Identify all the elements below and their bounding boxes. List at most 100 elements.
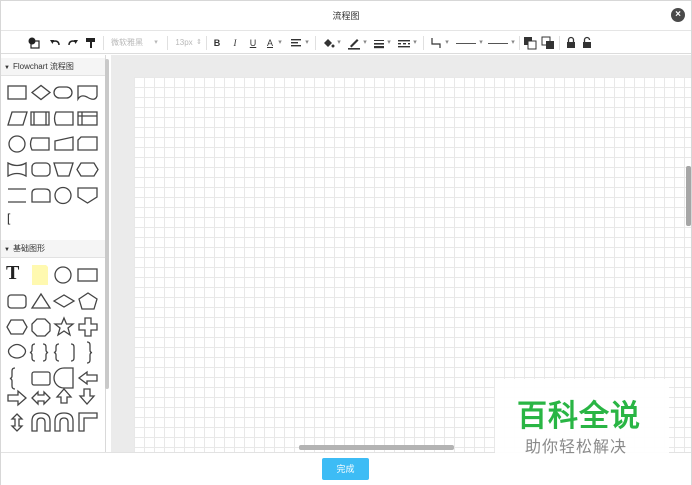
data-storage-icon [53, 367, 74, 389]
connector-circle-icon [8, 135, 26, 153]
font-size-input[interactable]: 13px [173, 36, 195, 50]
cloud-shape-icon [7, 343, 27, 359]
watermark-subtitle: 助你轻松解决 [525, 437, 628, 456]
chevron-down-icon[interactable]: ▾ [443, 36, 451, 50]
underline-button[interactable]: U [247, 36, 259, 50]
right-paren-icon [70, 343, 75, 362]
cross-shape-icon [78, 317, 98, 337]
send-to-back-icon[interactable] [541, 36, 555, 50]
line-style-icon[interactable] [397, 36, 411, 50]
bold-button[interactable]: B [211, 36, 223, 50]
corner-shape-icon [78, 412, 98, 432]
data-shape-icon [7, 111, 28, 126]
u-turn-shape-icon [31, 412, 51, 432]
or-shape-icon [54, 186, 72, 205]
flowchart-dialog: 流程图 × 微软雅黑 ▾ 13px ⇕ B I U A ▾ ▾ ▾ ▾ ▾ ▾ … [0, 0, 692, 485]
document-shape-icon [77, 85, 98, 102]
stored-data-icon [53, 111, 74, 126]
fill-color-icon[interactable] [321, 36, 335, 50]
close-icon[interactable]: × [671, 8, 685, 22]
direct-data-icon [29, 137, 50, 151]
chevron-down-icon[interactable]: ▾ [361, 36, 369, 50]
collapse-triangle-icon: ▼ [4, 247, 10, 253]
toolbar-separator [559, 36, 560, 50]
bring-to-front-icon[interactable] [523, 36, 537, 50]
chevron-down-icon[interactable]: ▾ [477, 36, 485, 50]
section-label: 基础图形 [12, 244, 45, 253]
note-shape-icon [32, 265, 48, 285]
rounded-rect-icon [7, 294, 27, 309]
off-page-connector-icon [77, 187, 98, 204]
font-color-button[interactable]: A [264, 36, 276, 50]
canvas-vertical-scrollbar[interactable] [686, 166, 691, 226]
right-brace-icon [86, 341, 93, 364]
unlock-icon[interactable] [581, 36, 593, 50]
internal-storage-icon [77, 111, 98, 126]
rhombus-shape-icon [52, 294, 76, 308]
down-arrow-shape-icon [78, 388, 96, 405]
punched-tape-icon [7, 161, 27, 178]
done-button[interactable]: 完成 [322, 458, 369, 480]
bracket-shape-icon[interactable]: [ [7, 211, 10, 225]
toolbar-separator [167, 36, 168, 50]
section-header-flowchart[interactable]: ▼ Flowchart 流程图 [1, 58, 105, 76]
hexagon-shape-icon [6, 319, 28, 335]
undo-icon[interactable] [49, 36, 61, 50]
start-arrow-icon[interactable] [455, 36, 477, 50]
canvas-horizontal-scrollbar[interactable] [299, 445, 454, 450]
chevron-down-icon[interactable]: ▾ [276, 36, 284, 50]
rounded-process-icon [31, 162, 51, 177]
section-label: Flowchart 流程图 [12, 62, 74, 71]
stepper-icon[interactable]: ⇕ [195, 36, 203, 50]
end-arrow-icon[interactable] [487, 36, 509, 50]
redo-icon[interactable] [67, 36, 79, 50]
star-shape-icon [53, 316, 75, 337]
watermark-title: 百科全说 [517, 399, 641, 434]
font-family-select[interactable]: 微软雅黑 [109, 36, 145, 50]
process-shape-icon [7, 85, 27, 100]
manual-operation-icon [53, 162, 74, 177]
toolbar: 微软雅黑 ▾ 13px ⇕ B I U A ▾ ▾ ▾ ▾ ▾ ▾ ▾ ▾ ▾ [1, 32, 691, 54]
chevron-down-icon[interactable]: ▾ [335, 36, 343, 50]
section-header-basic[interactable]: ▼ 基础图形 [1, 240, 105, 258]
format-panel-icon[interactable] [27, 36, 41, 50]
toolbar-separator [423, 36, 424, 50]
chevron-down-icon[interactable]: ▾ [411, 36, 419, 50]
dialog-title-bar: 流程图 × [1, 1, 691, 31]
pentagon-shape-icon [78, 292, 98, 310]
lock-icon[interactable] [565, 36, 577, 50]
up-arrow-shape-icon [55, 388, 73, 404]
toolbar-separator [315, 36, 316, 50]
align-icon[interactable] [289, 36, 303, 50]
delay-shape-icon [31, 188, 51, 203]
left-brace-icon [29, 343, 36, 362]
arch-shape-icon [54, 412, 74, 432]
watermark: 百科全说 助你轻松解决 [495, 379, 669, 459]
toolbar-separator [103, 36, 104, 50]
left-arrow-shape-icon [77, 370, 98, 386]
chevron-down-icon[interactable]: ▾ [385, 36, 393, 50]
chevron-down-icon[interactable]: ▾ [303, 36, 311, 50]
octagon-shape-icon [31, 318, 51, 337]
collapse-triangle-icon: ▼ [4, 65, 10, 71]
right-arrow-shape-icon [7, 389, 27, 407]
manual-input-icon [54, 136, 74, 151]
connector-style-icon[interactable] [429, 36, 443, 50]
toolbar-separator [519, 36, 520, 50]
chevron-down-icon[interactable]: ▾ [151, 36, 161, 50]
card-shape-icon [77, 136, 98, 151]
basic-shapes-grid [6, 265, 98, 432]
ellipse-shape-icon [54, 266, 72, 284]
preparation-icon [76, 162, 99, 177]
chevron-down-icon[interactable]: ▾ [509, 36, 517, 50]
double-arrow-icon [31, 390, 51, 406]
line-color-icon[interactable] [347, 36, 361, 50]
flowchart-shapes-grid [7, 84, 99, 205]
italic-button[interactable]: I [229, 36, 241, 50]
line-width-icon[interactable] [373, 36, 385, 50]
sidebar-scrollbar[interactable] [105, 59, 109, 389]
toolbar-separator [206, 36, 207, 50]
triangle-shape-icon [30, 292, 52, 309]
format-painter-icon[interactable] [85, 36, 97, 50]
rectangle-shape-icon [77, 268, 98, 282]
